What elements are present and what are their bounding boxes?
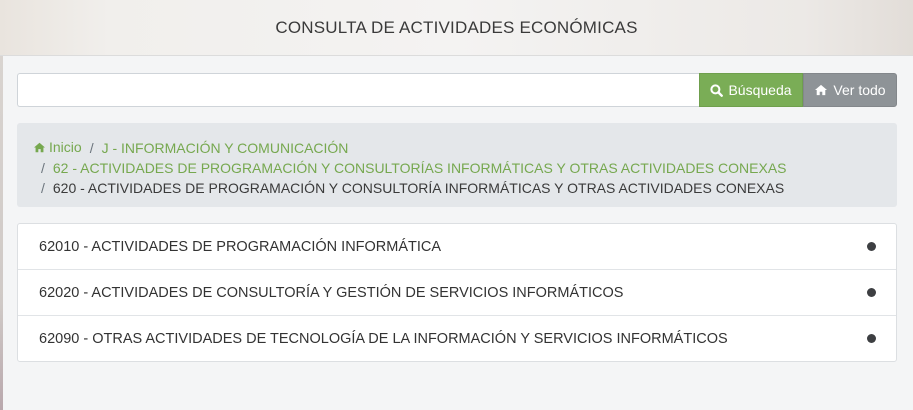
- page-title: CONSULTA DE ACTIVIDADES ECONÓMICAS: [275, 17, 638, 37]
- search-input[interactable]: [17, 73, 699, 107]
- breadcrumb-home-link[interactable]: Inicio: [33, 137, 82, 158]
- view-all-button-label: Ver todo: [833, 82, 886, 98]
- search-bar: Búsqueda Ver todo: [17, 73, 897, 107]
- search-button[interactable]: Búsqueda: [699, 73, 803, 107]
- search-icon: [710, 83, 724, 97]
- bullet-icon: [867, 334, 876, 343]
- breadcrumb-separator: /: [41, 180, 45, 197]
- bullet-icon: [867, 242, 876, 251]
- view-all-button[interactable]: Ver todo: [803, 73, 897, 107]
- activity-label: 62090 - OTRAS ACTIVIDADES DE TECNOLOGÍA …: [39, 330, 728, 347]
- breadcrumb-item-section[interactable]: J - INFORMACIÓN Y COMUNICACIÓN: [102, 138, 349, 158]
- activity-list: 62010 - ACTIVIDADES DE PROGRAMACIÓN INFO…: [17, 223, 897, 362]
- bullet-icon: [867, 288, 876, 297]
- activity-label: 62010 - ACTIVIDADES DE PROGRAMACIÓN INFO…: [39, 238, 442, 255]
- list-item[interactable]: 62090 - OTRAS ACTIVIDADES DE TECNOLOGÍA …: [18, 316, 896, 361]
- search-button-label: Búsqueda: [728, 82, 792, 98]
- home-icon: [814, 84, 828, 96]
- breadcrumb-line-3: / 620 - ACTIVIDADES DE PROGRAMACIÓN Y CO…: [33, 178, 881, 198]
- home-icon: [33, 138, 46, 158]
- breadcrumb-line-2: / 62 - ACTIVIDADES DE PROGRAMACIÓN Y CON…: [33, 158, 881, 178]
- breadcrumb-item-current: 620 - ACTIVIDADES DE PROGRAMACIÓN Y CONS…: [52, 180, 785, 197]
- breadcrumb-separator: /: [41, 160, 45, 177]
- breadcrumb-home-label: Inicio: [49, 139, 82, 155]
- breadcrumb-separator: /: [89, 139, 94, 156]
- list-item[interactable]: 62010 - ACTIVIDADES DE PROGRAMACIÓN INFO…: [18, 224, 896, 270]
- activity-label: 62020 - ACTIVIDADES DE CONSULTORÍA Y GES…: [39, 284, 624, 301]
- breadcrumb-line-1: Inicio / J - INFORMACIÓN Y COMUNICACIÓN: [33, 137, 881, 158]
- breadcrumb: Inicio / J - INFORMACIÓN Y COMUNICACIÓN …: [17, 123, 897, 207]
- list-item[interactable]: 62020 - ACTIVIDADES DE CONSULTORÍA Y GES…: [18, 270, 896, 316]
- page-header: CONSULTA DE ACTIVIDADES ECONÓMICAS: [0, 0, 913, 56]
- breadcrumb-item-division[interactable]: 62 - ACTIVIDADES DE PROGRAMACIÓN Y CONSU…: [53, 158, 787, 178]
